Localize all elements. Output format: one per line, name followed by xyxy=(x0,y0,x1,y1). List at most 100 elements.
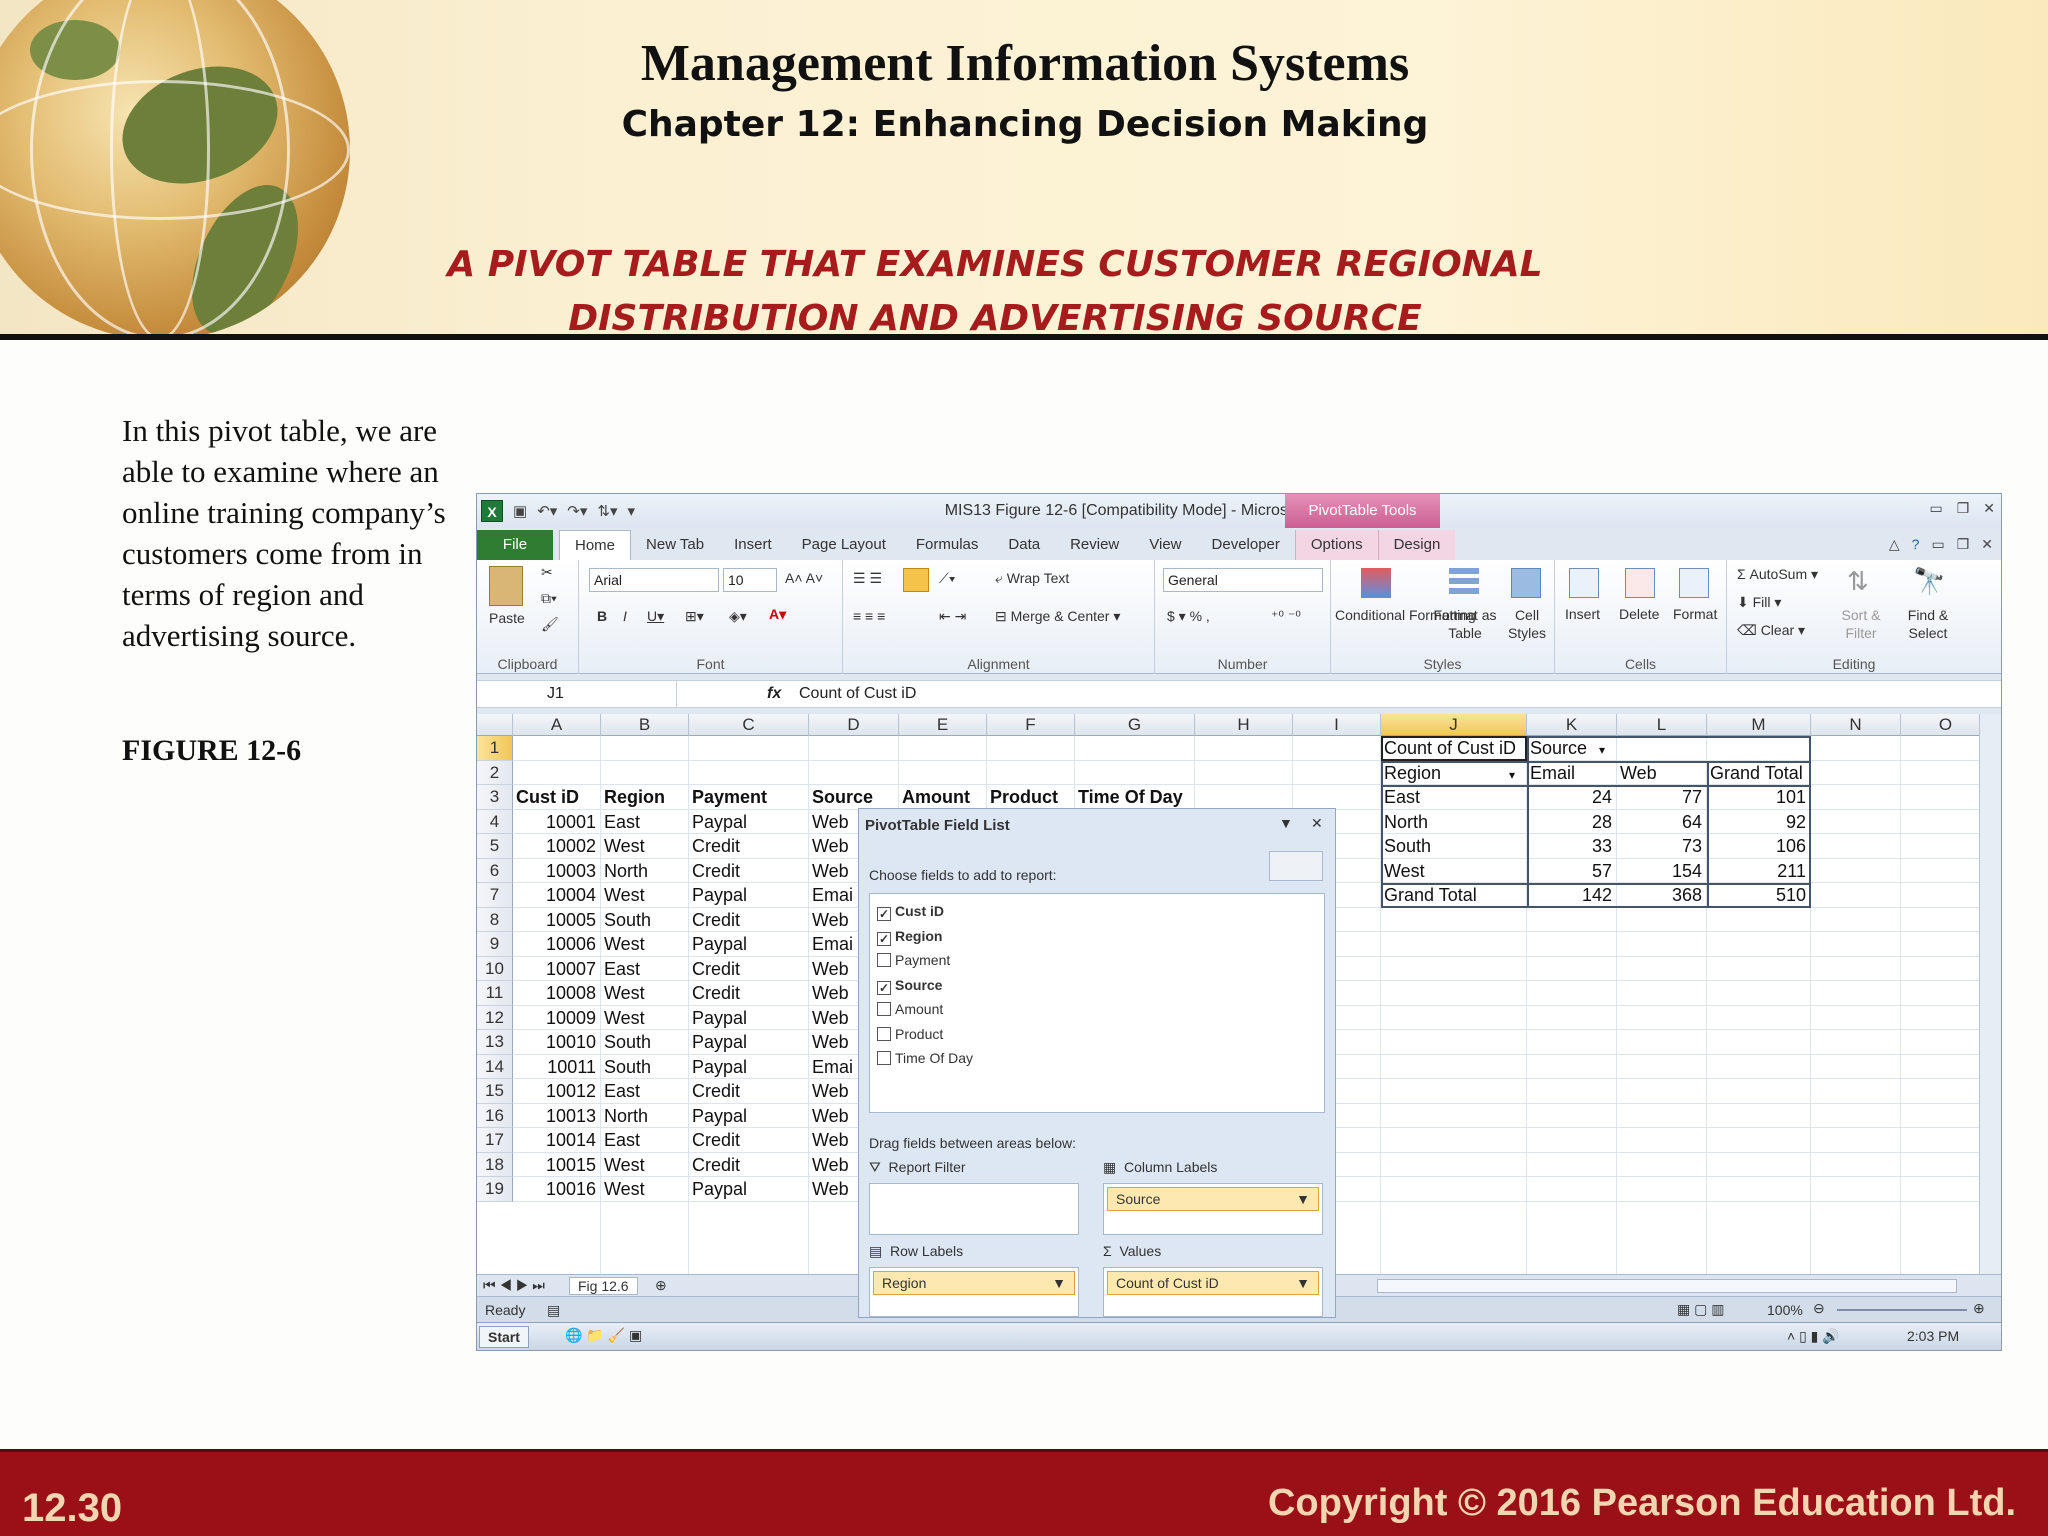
sort-filter-button[interactable]: Sort & Filter xyxy=(1831,606,1891,642)
wrap-text-button[interactable]: ⤶ Wrap Text xyxy=(995,570,1069,587)
column-header[interactable]: N xyxy=(1811,714,1901,736)
underline-icon[interactable]: U▾ xyxy=(647,608,664,625)
cell[interactable]: Credit xyxy=(692,1153,804,1178)
tab-formulas[interactable]: Formulas xyxy=(901,530,994,560)
row-header[interactable]: 3 xyxy=(477,785,513,810)
row-header[interactable]: 8 xyxy=(477,907,513,932)
font-color-icon[interactable]: A▾ xyxy=(769,606,786,623)
conditional-formatting-icon[interactable] xyxy=(1361,568,1391,598)
cell[interactable]: 10004 xyxy=(516,883,596,908)
undo-icon[interactable]: ↶▾ xyxy=(537,502,557,520)
column-header[interactable]: I xyxy=(1293,714,1381,736)
zoom-level[interactable]: 100% xyxy=(1767,1302,1803,1318)
report-filter-area[interactable] xyxy=(869,1183,1079,1235)
cut-icon[interactable]: ✂ xyxy=(541,564,553,581)
cell[interactable]: Paypal xyxy=(692,1055,804,1080)
cell[interactable]: Paypal xyxy=(692,932,804,957)
checked-checkbox-icon[interactable]: ✓ xyxy=(877,907,891,921)
decimal-icon[interactable]: ⁺⁰ ⁻⁰ xyxy=(1271,608,1301,625)
column-header[interactable]: J xyxy=(1381,714,1527,736)
cell[interactable]: Credit xyxy=(692,1079,804,1104)
field-item[interactable]: ✓ Cust iD xyxy=(877,903,944,921)
cell[interactable]: North xyxy=(604,1104,684,1129)
tab-view[interactable]: View xyxy=(1134,530,1196,560)
cell[interactable]: 10008 xyxy=(516,981,596,1006)
cell[interactable]: Paypal xyxy=(692,883,804,908)
restore-icon[interactable]: ❐ xyxy=(1957,500,1970,517)
cell[interactable]: Paypal xyxy=(692,810,804,835)
values-field-count[interactable]: Count of Cust iD ▼ xyxy=(1107,1271,1319,1295)
cell[interactable]: Credit xyxy=(692,859,804,884)
cell[interactable]: 10016 xyxy=(516,1177,596,1202)
row-header[interactable]: 16 xyxy=(477,1103,513,1128)
cell-styles-icon[interactable] xyxy=(1511,568,1541,598)
cell[interactable]: Payment xyxy=(692,785,804,810)
format-cells-button[interactable]: Format xyxy=(1673,606,1717,622)
bold-icon[interactable]: B xyxy=(597,608,607,624)
field-layout-icon[interactable] xyxy=(1269,851,1323,881)
tab-design[interactable]: Design xyxy=(1377,530,1456,560)
cell[interactable]: 10003 xyxy=(516,859,596,884)
column-header[interactable]: D xyxy=(809,714,899,736)
checkbox-icon[interactable] xyxy=(877,1002,891,1016)
clear-button[interactable]: ⌫ Clear ▾ xyxy=(1737,622,1805,639)
tab-review[interactable]: Review xyxy=(1055,530,1134,560)
field-list-close-icon[interactable]: ✕ xyxy=(1311,815,1323,832)
cell[interactable]: Time Of Day xyxy=(1078,785,1190,810)
cell[interactable]: West xyxy=(604,932,684,957)
redo-icon[interactable]: ↷▾ xyxy=(567,502,587,520)
row-header[interactable]: 2 xyxy=(477,760,513,785)
format-as-table-button[interactable]: Format as Table xyxy=(1431,606,1499,642)
checked-checkbox-icon[interactable]: ✓ xyxy=(877,931,891,946)
field-list-menu-icon[interactable]: ▼ xyxy=(1279,815,1293,831)
format-painter-icon[interactable]: 🖌 xyxy=(541,616,559,633)
row-field-region[interactable]: Region ▼ xyxy=(873,1271,1075,1295)
row-header[interactable]: 13 xyxy=(477,1030,513,1055)
collapse-ribbon-icon[interactable]: △ xyxy=(1889,536,1900,553)
row-header[interactable]: 5 xyxy=(477,834,513,859)
column-header[interactable]: A xyxy=(513,714,601,736)
row-header[interactable]: 18 xyxy=(477,1152,513,1177)
tab-home[interactable]: Home xyxy=(559,530,632,560)
cell[interactable]: Paypal xyxy=(692,1030,804,1055)
tab-insert[interactable]: Insert xyxy=(719,530,787,560)
formula-input[interactable]: Count of Cust iD xyxy=(799,681,916,707)
tab-file[interactable]: File xyxy=(477,530,553,560)
column-header[interactable]: C xyxy=(689,714,809,736)
field-item[interactable]: Amount xyxy=(877,1001,943,1017)
doc-restore-icon[interactable]: ❐ xyxy=(1957,536,1970,553)
tab-developer[interactable]: Developer xyxy=(1197,530,1295,560)
checkbox-icon[interactable] xyxy=(877,1026,891,1041)
merge-center-button[interactable]: ⊟ Merge & Center ▾ xyxy=(995,608,1120,625)
zoom-in-icon[interactable]: ⊕ xyxy=(1973,1300,1985,1317)
field-item[interactable]: ✓ Region xyxy=(877,928,942,946)
cell[interactable]: Credit xyxy=(692,957,804,982)
column-header[interactable]: H xyxy=(1195,714,1293,736)
indent-icon[interactable]: ⇤ ⇥ xyxy=(939,608,966,625)
cell[interactable]: South xyxy=(604,1055,684,1080)
row-header[interactable]: 19 xyxy=(477,1177,513,1202)
cell[interactable]: Paypal xyxy=(692,1177,804,1202)
cell[interactable]: Credit xyxy=(692,834,804,859)
cell[interactable]: Amount xyxy=(902,785,982,810)
start-button[interactable]: Start xyxy=(479,1326,529,1348)
zoom-slider[interactable] xyxy=(1837,1309,1967,1311)
row-header[interactable]: 4 xyxy=(477,809,513,834)
doc-close-icon[interactable]: ✕ xyxy=(1981,536,1993,553)
cell[interactable]: Region xyxy=(604,785,684,810)
horizontal-scrollbar[interactable] xyxy=(1377,1279,1957,1293)
tab-options[interactable]: Options xyxy=(1294,530,1378,560)
cell[interactable]: Credit xyxy=(692,1128,804,1153)
cell[interactable]: Product xyxy=(990,785,1070,810)
view-buttons-icon[interactable]: ▦ ▢ ▥ xyxy=(1677,1301,1724,1318)
cell[interactable]: 10005 xyxy=(516,908,596,933)
cell[interactable]: Credit xyxy=(692,908,804,933)
insert-sheet-icon[interactable]: ⊕ xyxy=(655,1277,667,1294)
font-grow-icon[interactable]: A˄ A˅ xyxy=(785,570,823,586)
cell[interactable]: South xyxy=(604,908,684,933)
cell[interactable]: 10007 xyxy=(516,957,596,982)
vertical-scrollbar[interactable] xyxy=(1979,714,2001,1274)
cell[interactable]: Source xyxy=(812,785,894,810)
field-item[interactable]: Product xyxy=(877,1026,943,1042)
checkbox-icon[interactable] xyxy=(877,953,891,967)
